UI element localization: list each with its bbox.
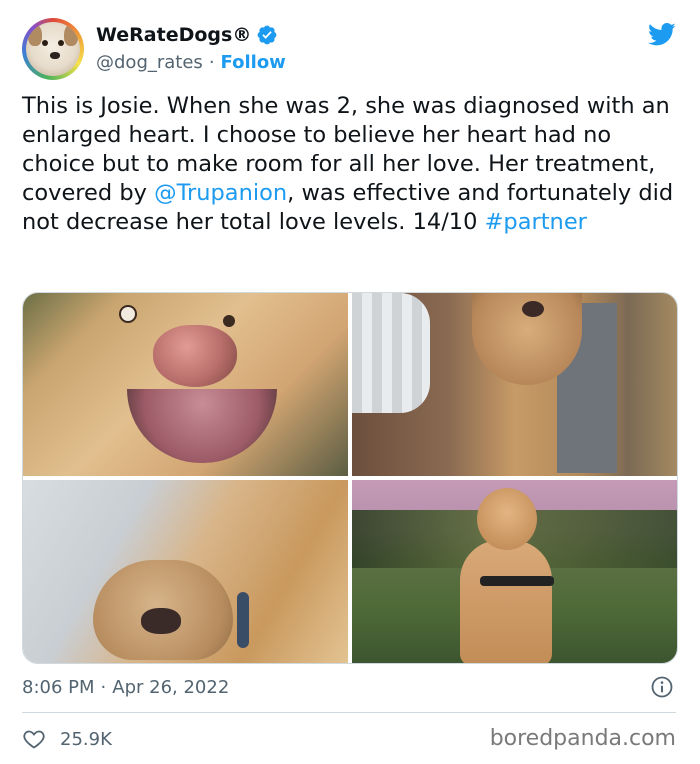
timestamp-time: 8:06 PM [22,676,95,698]
avatar-ear-right [64,24,78,46]
timestamp-separator: · [100,676,107,698]
avatar-ear-left [28,24,42,46]
divider [22,712,676,713]
heart-icon[interactable] [22,727,46,751]
photo4-dog-body [460,540,552,663]
tweet-text: This is Josie. When she was 2, she was d… [22,92,682,237]
photo1-eye-left [119,305,137,323]
hashtag-link[interactable]: #partner [485,209,587,235]
photo1-nose [153,325,237,387]
avatar-nose [50,52,60,59]
handle-separator: · [208,52,215,73]
author-name-row: WeRateDogs® [96,22,278,48]
photo4-dog-head [477,488,537,550]
photo3-nose [141,608,181,634]
photo3-collar [237,592,249,648]
media-grid [22,292,678,664]
photo1-mouth [127,389,277,463]
tweet-timestamp[interactable]: 8:06 PM · Apr 26, 2022 [22,672,676,702]
info-icon[interactable] [650,675,674,699]
dog-photo-1[interactable] [23,293,348,476]
photo1-eye-right [223,315,235,327]
author-handle-row: @dog_rates · Follow [96,52,286,73]
photo2-nose [522,301,544,317]
tweet-actions: 25.9K boredpanda.com [22,724,676,754]
author-handle[interactable]: @dog_rates [96,52,203,73]
tweet-header: WeRateDogs® @dog_rates · Follow [22,18,682,80]
watermark: boredpanda.com [489,726,676,751]
photo2-blanket [352,293,430,413]
dog-photo-2[interactable] [352,293,677,476]
verified-badge-icon [257,25,277,45]
dog-photo-3[interactable] [23,480,348,663]
mention-link[interactable]: @Trupanion [154,180,287,206]
author-display-name[interactable]: WeRateDogs® [96,24,251,46]
avatar-eye-left [42,40,48,46]
dog-photo-4[interactable] [352,480,677,663]
author-avatar[interactable] [22,18,84,80]
likes-count[interactable]: 25.9K [60,729,112,750]
timestamp-date: Apr 26, 2022 [112,676,230,698]
avatar-eye-right [58,40,64,46]
dog-avatar-icon [26,22,80,76]
twitter-bird-icon[interactable] [646,20,678,48]
photo4-harness [480,576,554,586]
follow-button[interactable]: Follow [221,52,286,73]
